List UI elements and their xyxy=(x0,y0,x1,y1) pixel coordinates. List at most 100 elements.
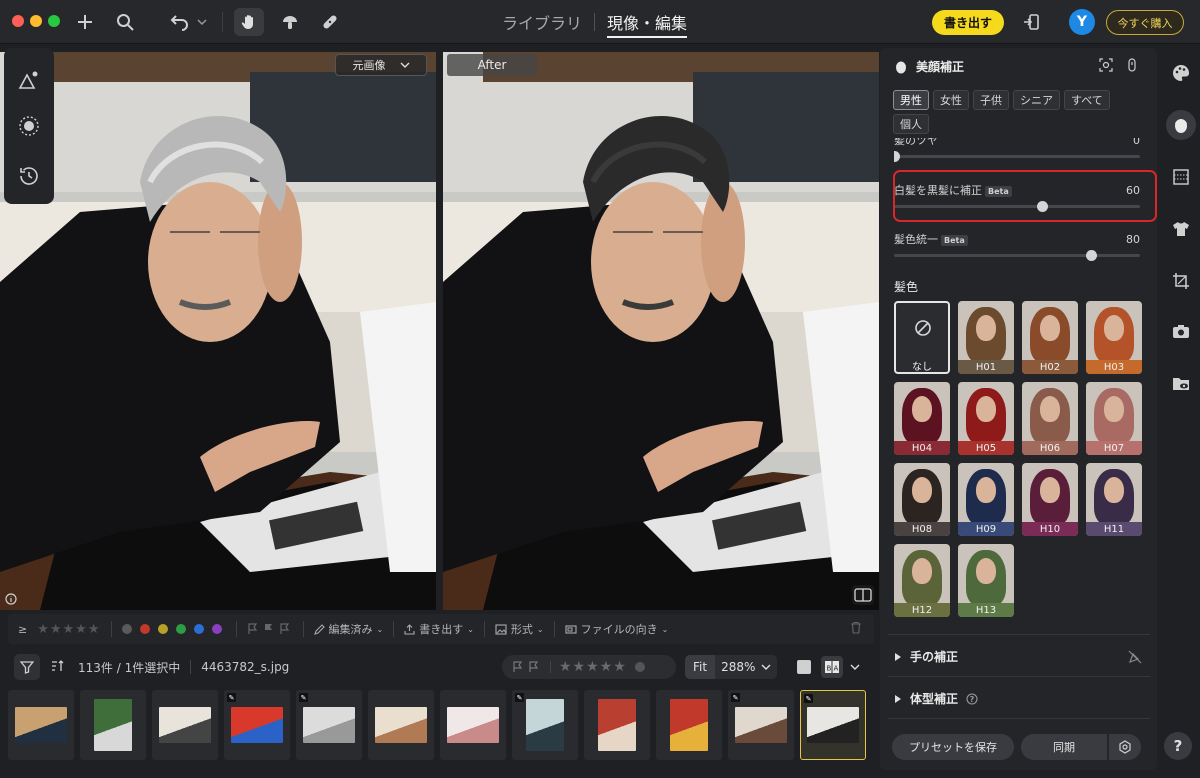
landscape-adjust-icon[interactable] xyxy=(17,68,41,92)
star-rating[interactable]: ★★★★★ xyxy=(559,659,627,675)
radial-filter-icon[interactable] xyxy=(17,114,41,138)
slider-thumb[interactable] xyxy=(1085,250,1097,261)
history-icon[interactable] xyxy=(17,164,41,188)
filmstrip-thumbnail[interactable] xyxy=(584,690,650,760)
save-preset-button[interactable]: プリセットを保存 xyxy=(892,734,1014,760)
slider-track[interactable] xyxy=(894,250,1140,261)
folder-eye-icon[interactable] xyxy=(1166,368,1196,398)
tab-develop[interactable]: 現像・編集 xyxy=(595,0,699,44)
before-after-view-icon[interactable]: BA xyxy=(821,656,843,678)
hair-color-swatch[interactable]: H08 xyxy=(894,463,950,536)
texture-icon[interactable] xyxy=(1166,162,1196,192)
sync-settings-icon[interactable] xyxy=(1109,734,1141,760)
filmstrip-thumbnail[interactable] xyxy=(8,690,74,760)
before-image-viewer[interactable]: 元画像 xyxy=(0,52,436,610)
search-icon[interactable] xyxy=(114,8,136,36)
color-label-dot[interactable] xyxy=(211,624,222,634)
color-label-dot[interactable] xyxy=(634,662,645,672)
info-icon[interactable] xyxy=(5,590,17,605)
filter-compare-icon[interactable]: ≥ xyxy=(18,623,27,636)
hair-color-swatch[interactable]: H07 xyxy=(1086,382,1142,455)
subject-chip[interactable]: シニア xyxy=(1013,90,1060,110)
hair-color-swatch[interactable]: H11 xyxy=(1086,463,1142,536)
filmstrip-thumbnail[interactable]: ✎ xyxy=(728,690,794,760)
window-minimize-button[interactable] xyxy=(30,15,42,27)
filmstrip-thumbnail[interactable] xyxy=(80,690,146,760)
face-icon[interactable] xyxy=(1166,110,1196,140)
trash-icon[interactable] xyxy=(850,621,862,637)
filmstrip-thumbnail[interactable] xyxy=(368,690,434,760)
camera-icon[interactable] xyxy=(1166,316,1196,346)
palette-icon[interactable] xyxy=(1166,58,1196,88)
hair-color-swatch[interactable]: H01 xyxy=(958,301,1014,374)
face-detect-icon[interactable] xyxy=(1099,58,1113,72)
slider-track[interactable] xyxy=(894,151,1140,162)
hair-color-swatch[interactable]: H02 xyxy=(1022,301,1078,374)
hair-color-swatch[interactable]: H13 xyxy=(958,544,1014,617)
hair-color-swatch[interactable]: H03 xyxy=(1086,301,1142,374)
orientation-filter[interactable]: ファイルの向き ⌄ xyxy=(565,621,668,637)
chevron-down-icon[interactable] xyxy=(850,664,860,670)
color-label-filter[interactable] xyxy=(121,624,226,634)
mushroom-icon[interactable] xyxy=(278,8,302,36)
color-label-dot[interactable] xyxy=(139,624,150,634)
photo-rating-control[interactable]: ★★★★★ xyxy=(502,655,676,679)
shirt-icon[interactable] xyxy=(1166,214,1196,244)
color-label-dot[interactable] xyxy=(193,624,204,634)
color-label-dot[interactable] xyxy=(175,624,186,634)
hair-color-swatch[interactable]: H12 xyxy=(894,544,950,617)
filmstrip-thumbnail[interactable] xyxy=(152,690,218,760)
hair-color-swatch[interactable]: H10 xyxy=(1022,463,1078,536)
hair-color-swatch[interactable]: H05 xyxy=(958,382,1014,455)
after-image-viewer[interactable]: After xyxy=(443,52,879,610)
filmstrip-thumbnail[interactable]: ✎ xyxy=(512,690,578,760)
subject-chip[interactable]: 個人 xyxy=(893,114,929,134)
export-button[interactable]: 書き出す xyxy=(932,10,1004,35)
sync-button[interactable]: 同期 xyxy=(1021,734,1107,760)
filter-funnel-icon[interactable] xyxy=(14,654,40,680)
hair-color-none-swatch[interactable]: なし xyxy=(894,301,950,374)
subject-chip[interactable]: 女性 xyxy=(933,90,969,110)
hair-gloss-slider[interactable]: 髪のツヤ 0 xyxy=(894,138,1140,162)
format-filter[interactable]: 形式 ⌄ xyxy=(495,621,544,637)
color-label-dot[interactable] xyxy=(121,624,132,634)
window-zoom-button[interactable] xyxy=(48,15,60,27)
filmstrip-thumbnail[interactable]: ✎ xyxy=(800,690,866,760)
undo-icon[interactable] xyxy=(168,8,208,36)
slider-thumb[interactable] xyxy=(894,151,900,162)
export-filter[interactable]: 書き出す ⌄ xyxy=(404,621,474,637)
subject-chip[interactable]: すべて xyxy=(1064,90,1110,110)
import-icon[interactable] xyxy=(1020,8,1042,36)
window-close-button[interactable] xyxy=(12,15,24,27)
hand-icon[interactable] xyxy=(234,8,264,36)
avatar[interactable]: Y xyxy=(1069,9,1095,35)
color-label-dot[interactable] xyxy=(157,624,168,634)
sort-icon[interactable] xyxy=(50,659,64,676)
filmstrip-thumbnail[interactable] xyxy=(656,690,722,760)
help-circle-icon[interactable]: ? xyxy=(966,692,978,705)
hand-adjust-section[interactable]: 手の補正 xyxy=(894,648,1142,665)
filmstrip-thumbnail[interactable]: ✎ xyxy=(296,690,362,760)
help-button[interactable]: ? xyxy=(1164,732,1192,760)
compare-view-icon[interactable] xyxy=(852,585,874,605)
filmstrip-thumbnail[interactable]: ✎ xyxy=(224,690,290,760)
flag-icon[interactable] xyxy=(512,661,542,673)
hair-color-unify-slider[interactable]: 髪色統一 Beta 80 xyxy=(894,231,1140,261)
single-view-icon[interactable] xyxy=(797,660,811,674)
tab-library[interactable]: ライブラリ xyxy=(490,0,594,44)
hair-color-swatch[interactable]: H09 xyxy=(958,463,1014,536)
star-filter[interactable]: ★★★★★ xyxy=(37,622,100,637)
eraser-off-icon[interactable] xyxy=(1128,650,1142,664)
reset-icon[interactable] xyxy=(1125,58,1139,72)
fit-button[interactable]: Fit xyxy=(685,655,716,679)
hair-color-swatch[interactable]: H06 xyxy=(1022,382,1078,455)
edited-filter[interactable]: 編集済み ⌄ xyxy=(313,621,383,637)
body-shape-section[interactable]: 体型補正 ? xyxy=(894,690,978,707)
subject-chip[interactable]: 男性 xyxy=(893,90,929,110)
flag-filter-icon[interactable] xyxy=(247,623,293,635)
buy-now-button[interactable]: 今すぐ購入 xyxy=(1106,10,1184,35)
view-mode-dropdown[interactable]: 元画像 xyxy=(335,54,427,76)
zoom-control[interactable]: Fit 288% xyxy=(685,655,777,679)
plus-icon[interactable] xyxy=(74,8,96,36)
bandage-icon[interactable] xyxy=(318,8,342,36)
